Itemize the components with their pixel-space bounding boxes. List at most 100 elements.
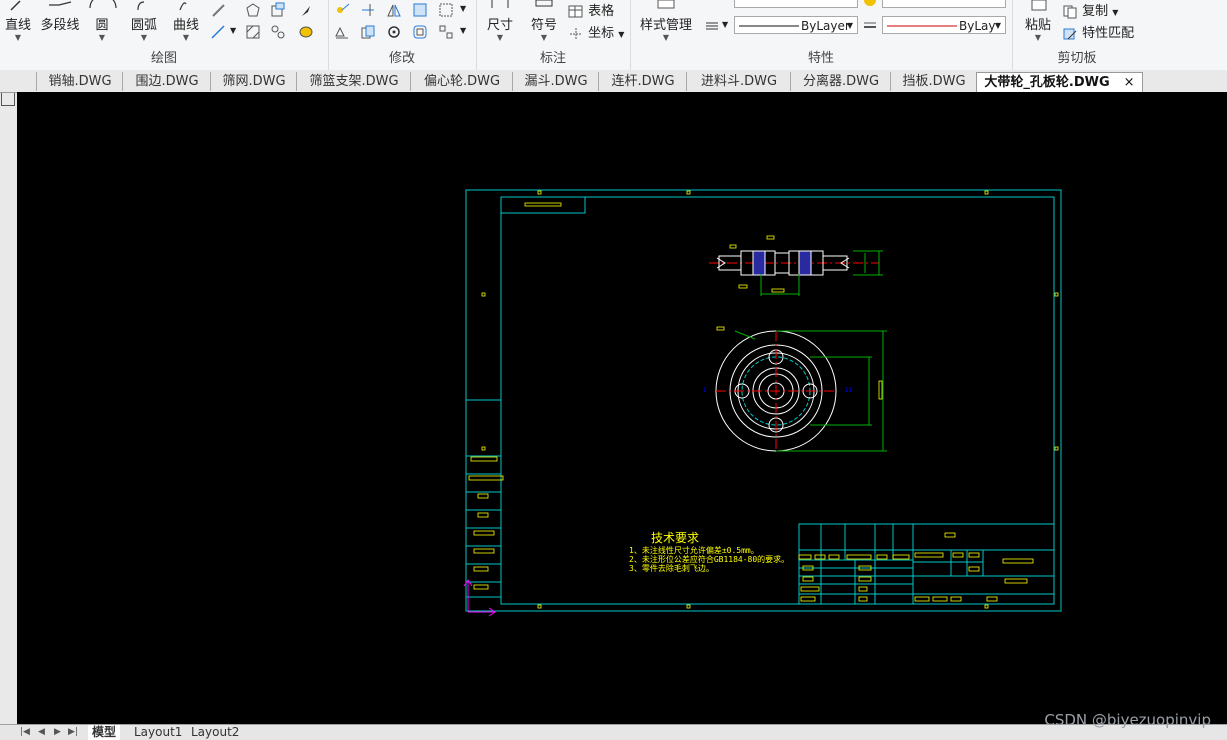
table-button[interactable]: 表格 <box>568 0 614 19</box>
draw-group: 直线 ▼ 多段线 圆 ▼ 圆弧 ▼ 曲线 ▼ ▼ 绘图 <box>0 0 329 70</box>
chevron-down-icon[interactable]: ▼ <box>460 4 466 13</box>
table-icon <box>568 5 583 17</box>
annotate-group: 尺寸 ▼ 符号 ▼ 表格 坐标 ▼ 标注 <box>476 0 631 70</box>
dimension-button[interactable]: 尺寸 ▼ <box>482 0 518 43</box>
region-icon[interactable] <box>298 24 314 40</box>
lineweight-list-icon[interactable] <box>704 18 720 34</box>
move-icon[interactable] <box>334 2 350 18</box>
title-block-text <box>798 532 1034 602</box>
offset-icon[interactable] <box>412 24 428 40</box>
lineweight-combo[interactable]: ByLay ▼ <box>882 16 1006 34</box>
style-manager-label: 样式管理 <box>639 18 692 33</box>
tab-label: 挡板.DWG <box>902 74 966 89</box>
tab-doc[interactable]: 偏心轮.DWG <box>410 72 513 91</box>
copy-label: 复制 <box>1082 4 1109 19</box>
next-layout-icon[interactable]: ▶ <box>54 725 61 740</box>
partial-combo-top-1[interactable] <box>734 0 858 8</box>
last-layout-icon[interactable]: ▶| <box>68 725 78 740</box>
tech-requirements-title: 技术要求 <box>651 531 699 545</box>
match-properties-label: 特性匹配 <box>1082 26 1135 41</box>
rectangle-icon[interactable] <box>412 2 428 18</box>
chevron-down-icon: ▼ <box>1034 33 1042 42</box>
frame-markers <box>481 190 1059 609</box>
block-icon[interactable] <box>270 2 286 18</box>
chevron-down-icon: ▼ <box>846 21 853 30</box>
drawing-canvas[interactable]: I II 技术要求 1、未注线性尺寸允许偏差±0.5mm。 2、未注形位公差应符… <box>17 92 1227 724</box>
chevron-down-icon: ▼ <box>540 33 548 42</box>
chevron-down-icon: ▼ <box>140 33 148 42</box>
arc-icon <box>137 1 145 11</box>
trim-icon[interactable] <box>360 2 376 18</box>
tab-label: 筛网.DWG <box>222 74 286 89</box>
color-wheel-icon[interactable] <box>862 0 878 8</box>
select-box-icon[interactable] <box>438 2 454 18</box>
chevron-down-icon: ▼ <box>182 33 190 42</box>
symbol-label: 符号 <box>530 18 557 33</box>
grid-toggle-icon[interactable] <box>1 92 15 106</box>
draw-group-label: 绘图 <box>150 51 177 66</box>
properties-group-label: 特性 <box>807 51 834 66</box>
tab-doc[interactable]: 漏斗.DWG <box>512 72 599 91</box>
line-button[interactable]: 直线 ▼ <box>2 0 34 43</box>
arc-button[interactable]: 圆弧 ▼ <box>128 0 160 43</box>
circle-button[interactable]: 圆 ▼ <box>88 0 117 43</box>
tab-doc[interactable]: 连杆.DWG <box>598 72 687 91</box>
coordinate-button[interactable]: 坐标 ▼ <box>568 22 624 41</box>
tab-doc[interactable]: 进料斗.DWG <box>686 72 791 91</box>
symbol-button[interactable]: 符号 ▼ <box>526 0 562 43</box>
chevron-down-icon[interactable]: ▼ <box>230 26 236 35</box>
group-icon[interactable] <box>270 24 286 40</box>
ray-icon[interactable] <box>210 24 226 40</box>
stretch-icon[interactable] <box>334 24 350 40</box>
first-layout-icon[interactable]: |◀ <box>20 725 30 740</box>
drawing-svg: I II 技术要求 1、未注线性尺寸允许偏差±0.5mm。 2、未注形位公差应符… <box>463 189 1062 617</box>
line-sample-icon <box>739 25 799 27</box>
polygon-icon[interactable] <box>245 2 261 18</box>
pencil-icon[interactable] <box>210 2 226 18</box>
paste-label: 粘贴 <box>1024 18 1051 33</box>
tab-layout2[interactable]: Layout2 <box>191 725 239 740</box>
circle-label: 圆 <box>95 18 109 33</box>
tab-doc[interactable]: 围边.DWG <box>122 72 211 91</box>
chevron-down-icon[interactable]: ▼ <box>460 26 466 35</box>
tab-doc[interactable]: 筛篮支架.DWG <box>296 72 411 91</box>
rotate-icon[interactable] <box>386 24 402 40</box>
partial-combo-top-2[interactable] <box>882 0 1006 8</box>
front-view: I II <box>703 326 887 452</box>
lineweight-icon[interactable] <box>862 18 878 34</box>
tab-layout1[interactable]: Layout1 <box>134 725 182 740</box>
tab-label: 进料斗.DWG <box>700 74 778 89</box>
tab-label: 连杆.DWG <box>611 74 675 89</box>
tab-doc[interactable]: 挡板.DWG <box>890 72 977 91</box>
curve-button[interactable]: 曲线 ▼ <box>170 0 202 43</box>
linetype-combo[interactable]: ByLayer ▼ <box>734 16 858 34</box>
tab-model[interactable]: 模型 <box>88 725 121 740</box>
polyline-label: 多段线 <box>40 18 80 33</box>
arc-label: 圆弧 <box>130 18 157 33</box>
match-properties-button[interactable]: 特性匹配 <box>1062 22 1134 41</box>
clipboard-group: 粘贴 ▼ 复制 ▼ 特性匹配 剪切板 <box>1012 0 1142 70</box>
tab-doc[interactable]: 销轴.DWG <box>36 72 123 91</box>
prev-layout-icon[interactable]: ◀ <box>38 725 45 740</box>
polyline-icon <box>49 1 72 6</box>
style-manager-button[interactable]: 样式管理 ▼ <box>636 0 696 43</box>
annotate-group-label: 标注 <box>539 51 566 66</box>
mirror-icon[interactable] <box>386 2 402 18</box>
hatch-icon[interactable] <box>245 24 261 40</box>
section-view <box>709 235 883 296</box>
array-icon[interactable] <box>438 24 454 40</box>
linetype-value: ByLayer <box>801 19 850 33</box>
copy-button[interactable]: 复制 ▼ <box>1062 0 1118 19</box>
close-icon[interactable]: × <box>1124 75 1135 90</box>
red-line-sample-icon <box>887 25 957 27</box>
paste-button[interactable]: 粘贴 ▼ <box>1020 0 1056 43</box>
chevron-down-icon[interactable]: ▼ <box>722 20 728 29</box>
copy-object-icon[interactable] <box>360 24 376 40</box>
tab-doc[interactable]: 筛网.DWG <box>210 72 297 91</box>
tab-label: 漏斗.DWG <box>524 74 588 89</box>
pick-icon[interactable] <box>298 2 314 18</box>
tab-doc[interactable]: 分离器.DWG <box>790 72 891 91</box>
tab-doc-active[interactable]: 大带轮_孔板轮.DWG × <box>976 72 1143 92</box>
chevron-down-icon: ▼ <box>994 21 1001 30</box>
polyline-button[interactable]: 多段线 <box>38 0 82 33</box>
